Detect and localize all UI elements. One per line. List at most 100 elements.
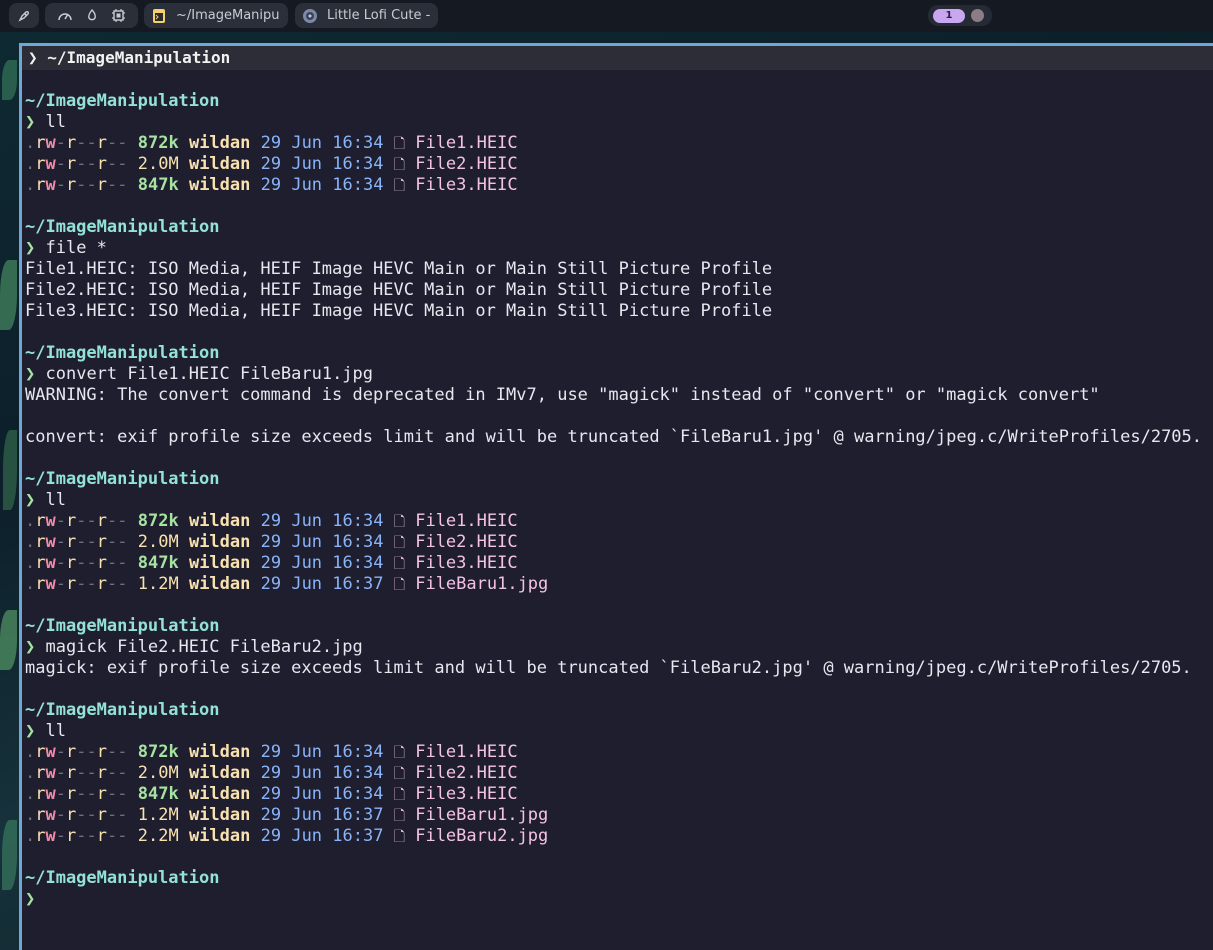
file-listing-row: .rw-r--r-- 872k wildan 29 Jun 16:34 🗋 Fi… (25, 133, 1213, 154)
file-name: FileBaru1.jpg (415, 805, 549, 825)
prompt-cwd-line: ~/ImageManipulation (25, 343, 1213, 364)
prompt-symbol: ❯ (25, 637, 36, 657)
file-icon: 🗋 (393, 136, 405, 152)
file-owner: wildan (188, 763, 251, 783)
workspace-indicator[interactable] (971, 9, 984, 22)
rocket-icon (17, 9, 31, 23)
file-date: 29 Jun 16:34 (260, 553, 384, 573)
prompt-command-line: ❯ (25, 889, 1213, 910)
prompt-command-line: ❯ ll (25, 490, 1213, 511)
active-window-tab[interactable]: ~/ImageManipu (144, 3, 288, 28)
file-name: File2.HEIC (415, 532, 518, 552)
file-listing-row: .rw-r--r-- 2.0M wildan 29 Jun 16:34 🗋 Fi… (25, 532, 1213, 553)
file-size: 2.0M (137, 763, 179, 783)
file-owner: wildan (188, 742, 251, 762)
prompt-cwd: ~/ImageManipulation (25, 616, 220, 636)
file-owner: wildan (188, 784, 251, 804)
file-name: File3.HEIC (415, 784, 518, 804)
prompt-cwd-line: ~/ImageManipulation (25, 616, 1213, 637)
file-owner: wildan (188, 805, 251, 825)
command-text: file * (45, 238, 107, 258)
file-listing-row: .rw-r--r-- 872k wildan 29 Jun 16:34 🗋 Fi… (25, 511, 1213, 532)
file-listing-row: .rw-r--r-- 847k wildan 29 Jun 16:34 🗋 Fi… (25, 784, 1213, 805)
command-text: convert File1.HEIC FileBaru1.jpg (45, 364, 374, 384)
system-monitor[interactable] (45, 3, 138, 28)
file-name: File1.HEIC (415, 742, 518, 762)
file-icon: 🗋 (393, 556, 405, 572)
prompt-symbol: ❯ (25, 721, 36, 741)
permissions: .rw-r--r-- (25, 784, 128, 804)
prompt-cwd-line: ~/ImageManipulation (25, 700, 1213, 721)
command-output-line: convert: exif profile size exceeds limit… (25, 427, 1203, 447)
command-output-line: magick: exif profile size exceeds limit … (25, 658, 1192, 678)
prompt-cwd-line: ~/ImageManipulation (25, 469, 1213, 490)
command-output-line: WARNING: The convert command is deprecat… (25, 385, 1100, 405)
command-text: ll (45, 112, 66, 132)
file-date: 29 Jun 16:34 (260, 784, 384, 804)
wallpaper-leaf (2, 820, 17, 890)
file-owner: wildan (188, 154, 251, 174)
command-text: ll (45, 490, 66, 510)
prompt-cwd: ~/ImageManipulation (25, 343, 220, 363)
file-name: File1.HEIC (415, 511, 518, 531)
permissions: .rw-r--r-- (25, 826, 128, 846)
file-size: 2.2M (137, 826, 179, 846)
wallpaper-leaf (2, 60, 17, 100)
file-size: 1.2M (137, 805, 179, 825)
file-icon: 🗋 (393, 766, 405, 782)
file-size: 2.0M (137, 154, 179, 174)
prompt-cwd-line: ~/ImageManipulation (25, 91, 1213, 112)
launcher-button[interactable] (9, 3, 39, 28)
file-date: 29 Jun 16:34 (260, 742, 384, 762)
prompt-symbol: ❯ (25, 238, 36, 258)
prompt-symbol: ❯ (25, 889, 36, 909)
file-size: 872k (137, 511, 179, 531)
wallpaper-leaf (3, 430, 17, 510)
prompt-command-line: ❯ ll (25, 721, 1213, 742)
terminal-window[interactable]: ❯ ~/ImageManipulation ~/ImageManipulatio… (19, 43, 1213, 950)
file-listing-row: .rw-r--r-- 1.2M wildan 29 Jun 16:37 🗋 Fi… (25, 574, 1213, 595)
prompt-symbol: ❯ (25, 490, 36, 510)
file-icon: 🗋 (393, 577, 405, 593)
file-date: 29 Jun 16:34 (260, 175, 384, 195)
prompt-command-line: ❯ convert File1.HEIC FileBaru1.jpg (25, 364, 1213, 385)
permissions: .rw-r--r-- (25, 553, 128, 573)
terminal-output[interactable]: ~/ImageManipulation ❯ ll .rw-r--r-- 872k w… (22, 70, 1213, 910)
prompt-command-line: ❯ magick File2.HEIC FileBaru2.jpg (25, 637, 1213, 658)
command-text: magick File2.HEIC FileBaru2.jpg (45, 637, 363, 657)
prompt-cwd: ~/ImageManipulation (25, 868, 220, 888)
file-owner: wildan (188, 511, 251, 531)
prompt-cwd: ~/ImageManipulation (25, 217, 220, 237)
prompt-command-line: ❯ file * (25, 238, 1213, 259)
file-icon: 🗋 (393, 745, 405, 761)
file-owner: wildan (188, 133, 251, 153)
file-owner: wildan (188, 175, 251, 195)
wallpaper-leaf (0, 610, 17, 670)
cpu-icon (111, 8, 126, 23)
file-date: 29 Jun 16:34 (260, 532, 384, 552)
file-name: FileBaru2.jpg (415, 826, 549, 846)
wallpaper-leaf (0, 260, 17, 330)
file-date: 29 Jun 16:34 (260, 763, 384, 783)
prompt-symbol: ❯ (25, 364, 36, 384)
file-size: 847k (137, 553, 179, 573)
file-date: 29 Jun 16:37 (260, 805, 384, 825)
file-name: File2.HEIC (415, 154, 518, 174)
file-icon: 🗋 (393, 808, 405, 824)
workspace-switcher[interactable]: 1 (928, 5, 992, 26)
permissions: .rw-r--r-- (25, 532, 128, 552)
workspace-active[interactable]: 1 (933, 8, 965, 23)
media-title: Little Lofi Cute - (327, 8, 431, 23)
file-name: File2.HEIC (415, 763, 518, 783)
file-icon: 🗋 (393, 178, 405, 194)
permissions: .rw-r--r-- (25, 805, 128, 825)
file-listing-row: .rw-r--r-- 847k wildan 29 Jun 16:34 🗋 Fi… (25, 175, 1213, 196)
file-size: 872k (137, 133, 179, 153)
file-icon: 🗋 (393, 787, 405, 803)
file-size: 847k (137, 175, 179, 195)
file-size: 847k (137, 784, 179, 804)
file-listing-row: .rw-r--r-- 1.2M wildan 29 Jun 16:37 🗋 Fi… (25, 805, 1213, 826)
media-player-tab[interactable]: Little Lofi Cute - (295, 3, 438, 28)
